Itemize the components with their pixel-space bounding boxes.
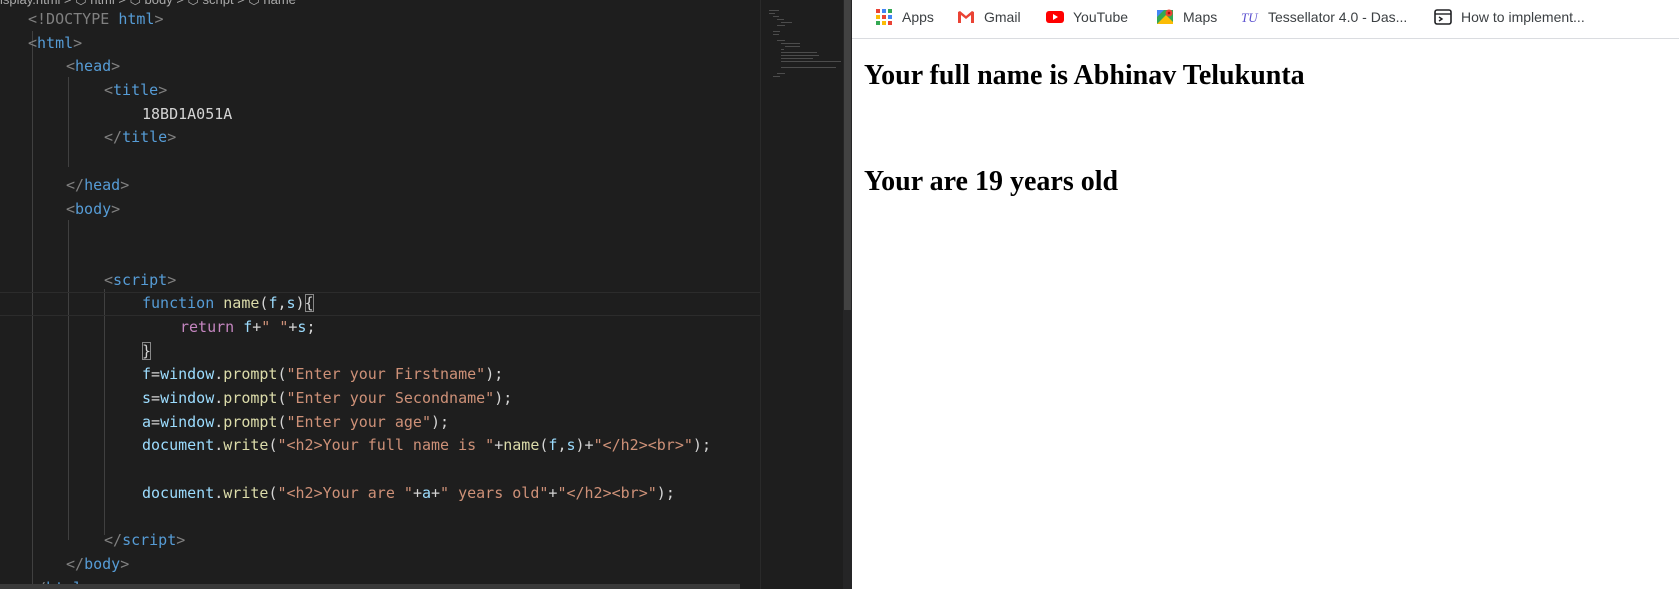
code-line: return f+" "+s; bbox=[180, 317, 316, 336]
code-line: a=window.prompt("Enter your age"); bbox=[142, 412, 450, 431]
code-line: f=window.prompt("Enter your Firstname"); bbox=[142, 365, 504, 384]
youtube-icon bbox=[1046, 8, 1064, 26]
rendered-page: Your full name is Abhinav Telukunta Your… bbox=[864, 60, 1305, 198]
minimap-line bbox=[773, 34, 779, 35]
terminal-icon bbox=[1434, 8, 1452, 26]
output-full-name: Your full name is Abhinav Telukunta bbox=[864, 60, 1305, 91]
minimap-line bbox=[769, 10, 779, 11]
tessellator-icon: TU bbox=[1241, 8, 1259, 26]
code-line: <html> bbox=[28, 33, 83, 52]
code-area[interactable]: <!DOCTYPE html> <html> <head> <title> 18… bbox=[0, 8, 760, 589]
minimap-line bbox=[781, 55, 819, 56]
horizontal-scrollbar[interactable] bbox=[0, 584, 740, 589]
code-line: document.write("<h2>Your are "+a+" years… bbox=[142, 483, 675, 502]
minimap-line bbox=[769, 13, 775, 14]
minimap-line bbox=[773, 16, 779, 17]
code-line: <title> bbox=[104, 81, 168, 100]
minimap-line bbox=[785, 46, 800, 47]
apps-grid-icon bbox=[875, 8, 893, 26]
matched-bracket: } bbox=[142, 341, 152, 360]
minimap-line bbox=[777, 73, 785, 74]
minimap-line bbox=[773, 76, 780, 77]
minimap-line bbox=[781, 67, 836, 68]
svg-text:TU: TU bbox=[1241, 10, 1259, 25]
maps-icon bbox=[1156, 8, 1174, 26]
minimap-line bbox=[781, 58, 813, 59]
vertical-scrollbar[interactable] bbox=[843, 0, 852, 589]
code-line: <script> bbox=[104, 270, 177, 289]
code-line: 18BD1A051A bbox=[142, 104, 233, 123]
code-line: <!DOCTYPE html> bbox=[28, 10, 164, 28]
bookmark-youtube[interactable]: YouTube bbox=[1046, 6, 1128, 28]
code-line: </title> bbox=[104, 128, 177, 147]
breadcrumb[interactable]: isplay.html > ⬡ html > ⬡ body > ⬡ script… bbox=[0, 0, 760, 8]
matched-bracket: { bbox=[304, 294, 314, 313]
minimap-line bbox=[781, 22, 792, 23]
code-line: } bbox=[0, 340, 760, 364]
gmail-icon bbox=[957, 8, 975, 26]
code-line: </head> bbox=[66, 175, 130, 194]
minimap[interactable] bbox=[760, 0, 844, 589]
minimap-line bbox=[781, 43, 800, 44]
output-age: Your are 19 years old bbox=[864, 166, 1119, 197]
code-line: </body> bbox=[66, 554, 130, 573]
code-line: document.write("<h2>Your full name is "+… bbox=[142, 436, 711, 455]
code-line-current: function name(f,s){ bbox=[0, 292, 760, 316]
code-line: s=window.prompt("Enter your Secondname")… bbox=[142, 389, 513, 407]
scrollbar-thumb[interactable] bbox=[844, 0, 851, 310]
minimap-line bbox=[781, 52, 817, 53]
bookmark-tessellator[interactable]: TU Tessellator 4.0 - Das... bbox=[1241, 6, 1407, 28]
minimap-line bbox=[781, 49, 784, 50]
bookmark-apps[interactable]: Apps bbox=[875, 6, 934, 28]
line-break-spacer bbox=[864, 92, 1305, 166]
minimap-line bbox=[777, 40, 785, 41]
code-line: </script> bbox=[104, 531, 186, 550]
code-line: <body> bbox=[66, 199, 121, 218]
code-editor[interactable]: isplay.html > ⬡ html > ⬡ body > ⬡ script… bbox=[0, 0, 852, 589]
browser-pane: Apps Gmail YouTube Maps TU Tessellator 4… bbox=[852, 0, 1679, 589]
minimap-line bbox=[777, 19, 784, 20]
bookmark-gmail[interactable]: Gmail bbox=[957, 6, 1021, 28]
bookmark-how-to-implement[interactable]: How to implement... bbox=[1434, 6, 1585, 28]
minimap-line bbox=[781, 61, 841, 62]
bookmarks-bar: Apps Gmail YouTube Maps TU Tessellator 4… bbox=[852, 0, 1679, 39]
code-line: <head> bbox=[66, 57, 121, 76]
minimap-line bbox=[777, 25, 785, 26]
bookmark-maps[interactable]: Maps bbox=[1156, 6, 1217, 28]
minimap-line bbox=[773, 31, 780, 32]
